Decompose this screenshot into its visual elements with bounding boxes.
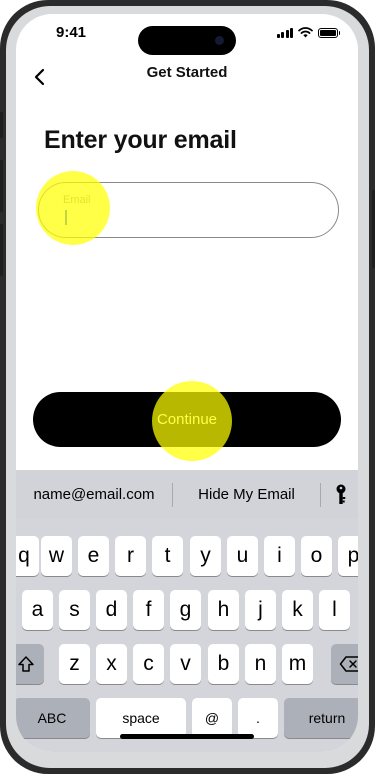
- key-q[interactable]: q: [16, 536, 39, 576]
- header-title: Get Started: [146, 64, 228, 81]
- key-a[interactable]: a: [22, 590, 53, 630]
- key-icon[interactable]: [329, 484, 353, 506]
- keyboard: name@email.com Hide My Email q w e r t y…: [16, 470, 358, 752]
- delete-icon: [339, 656, 358, 672]
- continue-button[interactable]: Continue: [33, 392, 341, 447]
- screen: 9:41 Get Started Enter your email Email …: [16, 14, 358, 752]
- delete-key[interactable]: [331, 644, 358, 684]
- key-g[interactable]: g: [170, 590, 201, 630]
- key-o[interactable]: o: [301, 536, 332, 576]
- dot-key[interactable]: .: [238, 698, 278, 738]
- autofill-suggestion-bar: name@email.com Hide My Email: [16, 470, 358, 519]
- email-field[interactable]: Email: [38, 182, 339, 238]
- battery-icon: [318, 27, 340, 38]
- key-b[interactable]: b: [208, 644, 239, 684]
- key-v[interactable]: v: [170, 644, 201, 684]
- key-l[interactable]: l: [319, 590, 350, 630]
- status-time: 9:41: [56, 24, 87, 41]
- key-k[interactable]: k: [282, 590, 313, 630]
- camera-icon: [215, 36, 224, 45]
- shift-key[interactable]: [16, 644, 44, 684]
- key-d[interactable]: d: [96, 590, 127, 630]
- key-i[interactable]: i: [264, 536, 295, 576]
- key-j[interactable]: j: [245, 590, 276, 630]
- space-key[interactable]: space: [96, 698, 186, 738]
- page-title: Enter your email: [44, 126, 237, 154]
- status-icons: [276, 27, 340, 38]
- key-x[interactable]: x: [96, 644, 127, 684]
- shift-icon: [18, 656, 34, 672]
- key-u[interactable]: u: [227, 536, 258, 576]
- key-m[interactable]: m: [282, 644, 313, 684]
- dynamic-island: [138, 26, 236, 55]
- cellular-signal-icon: [276, 27, 293, 38]
- email-field-label: Email: [63, 194, 91, 206]
- volume-down-button: [0, 224, 3, 276]
- key-p[interactable]: p: [338, 536, 358, 576]
- key-f[interactable]: f: [133, 590, 164, 630]
- home-indicator: [120, 734, 254, 739]
- key-h[interactable]: h: [208, 590, 239, 630]
- suggestion-hide-my-email[interactable]: Hide My Email: [173, 486, 320, 503]
- key-w[interactable]: w: [41, 536, 72, 576]
- suggestion-email[interactable]: name@email.com: [16, 486, 172, 503]
- key-t[interactable]: t: [152, 536, 183, 576]
- at-key[interactable]: @: [192, 698, 232, 738]
- key-r[interactable]: r: [115, 536, 146, 576]
- suggestion-divider: [320, 482, 321, 507]
- text-cursor: [65, 210, 67, 225]
- volume-up-button: [0, 160, 3, 212]
- key-z[interactable]: z: [59, 644, 90, 684]
- key-n[interactable]: n: [245, 644, 276, 684]
- wifi-icon: [298, 27, 313, 38]
- key-c[interactable]: c: [133, 644, 164, 684]
- key-y[interactable]: y: [190, 536, 221, 576]
- action-button: [0, 112, 3, 138]
- key-s[interactable]: s: [59, 590, 90, 630]
- abc-key[interactable]: ABC: [16, 698, 90, 738]
- key-e[interactable]: e: [78, 536, 109, 576]
- return-key[interactable]: return: [284, 698, 358, 738]
